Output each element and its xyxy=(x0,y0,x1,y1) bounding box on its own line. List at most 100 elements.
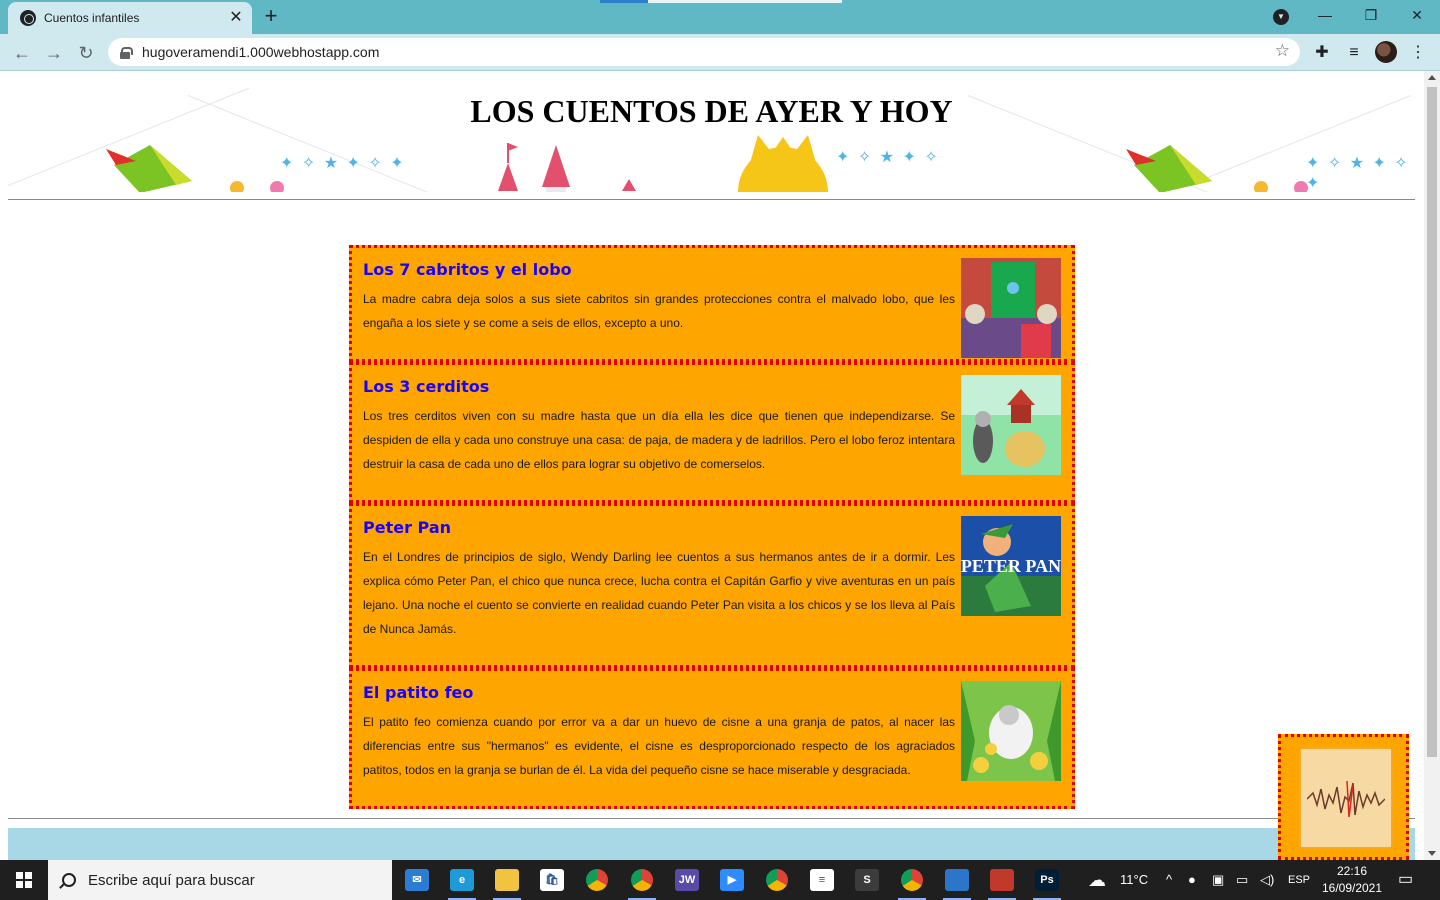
scroll-up-icon[interactable] xyxy=(1428,75,1436,80)
globe-icon xyxy=(20,10,36,26)
search-icon xyxy=(62,873,76,887)
extensions-puzzle-icon[interactable]: ✚ xyxy=(1308,39,1336,67)
story-title: Los 7 cabritos y el lobo xyxy=(363,260,572,279)
minimize-button[interactable]: — xyxy=(1302,0,1348,30)
weather-cloud-icon[interactable]: ☁ xyxy=(1088,860,1106,900)
browser-toolbar: ← → ↻ hugoveramendi1.000webhostapp.com ☆… xyxy=(0,34,1440,71)
story-text: La madre cabra deja solos a sus siete ca… xyxy=(363,292,955,330)
decor-dot xyxy=(1254,181,1268,192)
taskbar-clock[interactable]: 22:16 16/09/2021 xyxy=(1318,863,1386,897)
profile-avatar[interactable] xyxy=(1375,41,1397,63)
media-control-icon[interactable]: ≡ xyxy=(1340,39,1368,67)
taskbar-app-chrome-profile[interactable] xyxy=(622,864,662,900)
photoshop-icon: Ps xyxy=(1035,869,1059,891)
story-image-cabritos xyxy=(961,258,1061,358)
taskbar-app-tool[interactable] xyxy=(982,864,1022,900)
green-hat-icon xyxy=(106,145,192,192)
divider xyxy=(8,199,1415,200)
story-list: Los 7 cabritos y el lobo La madre cabra … xyxy=(349,245,1075,809)
decor-dot xyxy=(230,181,244,192)
tray-app-icon[interactable]: ● xyxy=(1188,860,1196,900)
taskbar-app-mail[interactable]: ✉ xyxy=(397,864,437,896)
new-tab-button[interactable]: + xyxy=(258,4,284,30)
divider xyxy=(8,818,1415,819)
stars-icon: ✦ ✧ ★ ✦ ✧ xyxy=(836,149,940,166)
tray-chevron-up-icon[interactable]: ^ xyxy=(1166,860,1172,900)
bookmark-star-icon[interactable]: ☆ xyxy=(1275,41,1290,61)
tray-clipboard-icon[interactable]: ▣ xyxy=(1212,860,1224,900)
clock-time: 22:16 xyxy=(1336,864,1368,878)
story-image-caption: PETER PAN xyxy=(961,556,1061,576)
waveform-logo-icon xyxy=(1307,780,1385,818)
tab-title: Cuentos infantiles xyxy=(44,11,140,25)
tab-strip-indicator-light xyxy=(648,0,842,3)
url-text[interactable]: hugoveramendi1.000webhostapp.com xyxy=(142,44,379,60)
story-text: En el Londres de principios de siglo, We… xyxy=(363,550,955,636)
clock-date: 16/09/2021 xyxy=(1321,881,1383,895)
docs-icon: ≡ xyxy=(810,869,834,891)
taskbar-app-chrome[interactable] xyxy=(577,864,617,896)
mail-icon: ✉ xyxy=(405,869,429,891)
reload-icon[interactable]: ↻ xyxy=(72,39,100,67)
decor-dot xyxy=(270,181,284,192)
castle-icon xyxy=(498,143,570,192)
chrome-2-icon xyxy=(766,869,788,891)
scrollbar-thumb[interactable] xyxy=(1427,87,1437,757)
back-arrow-icon[interactable]: ← xyxy=(8,39,36,67)
green-hat-icon xyxy=(1126,145,1212,192)
close-tab-icon[interactable]: ✕ xyxy=(224,6,248,30)
hosting-badge[interactable] xyxy=(1278,734,1409,860)
network-icon[interactable]: ▭ xyxy=(1236,860,1248,900)
taskbar-app-chrome-active[interactable] xyxy=(892,864,932,900)
tool-icon xyxy=(990,869,1014,891)
jw-icon: JW xyxy=(675,869,699,891)
taskbar-app-edge[interactable]: e xyxy=(442,864,482,900)
taskbar-app-photoshop[interactable]: Ps xyxy=(1027,864,1067,900)
story-card: Los 7 cabritos y el lobo La madre cabra … xyxy=(349,245,1075,362)
story-title: Peter Pan xyxy=(363,518,452,537)
taskbar-app-jw[interactable]: JW xyxy=(667,864,707,896)
browser-tabbar: Cuentos infantiles ✕ + ▼ — ❐ ✕ xyxy=(0,0,1440,34)
stars-icon: ✦ ✧ ★ ✦ ✧ ✦ xyxy=(1306,155,1410,192)
forward-arrow-icon[interactable]: → xyxy=(40,39,68,67)
page-viewport: ✦ ✧ ★ ✦ ✧ ✦ ✦ ✧ ★ ✦ ✧ ✦ ✧ ★ ✦ ✧ ✦ LOS CU… xyxy=(0,71,1424,860)
tab-search-icon[interactable]: ▼ xyxy=(1273,9,1289,25)
address-bar[interactable]: hugoveramendi1.000webhostapp.com ☆ xyxy=(108,38,1300,66)
taskbar-app-zoom[interactable]: ▶ xyxy=(712,864,752,896)
lock-icon[interactable] xyxy=(120,46,133,59)
chrome-icon xyxy=(586,869,608,891)
edge-icon: e xyxy=(450,869,474,891)
header-banner: ✦ ✧ ★ ✦ ✧ ✦ ✦ ✧ ★ ✦ ✧ ✦ ✧ ★ ✦ ✧ ✦ LOS CU… xyxy=(8,85,1415,192)
menu-kebab-icon[interactable]: ⋮ xyxy=(1404,39,1432,67)
language-indicator[interactable]: ESP xyxy=(1288,860,1310,900)
restore-button[interactable]: ❐ xyxy=(1348,0,1394,30)
weather-temperature[interactable]: 11°C xyxy=(1120,860,1148,900)
windows-taskbar: Escribe aquí para buscar ✉ e 🛍 JW ▶ ≡ S Ps ☁ 11… xyxy=(0,860,1440,900)
store-icon: 🛍 xyxy=(540,869,564,891)
volume-icon[interactable]: ◁) xyxy=(1260,860,1274,900)
photos-icon xyxy=(945,869,969,891)
taskbar-app-file-explorer[interactable] xyxy=(487,864,527,900)
chrome-profile-icon xyxy=(631,869,653,891)
windows-logo-icon xyxy=(16,872,32,888)
notification-icon[interactable]: ▭ xyxy=(1398,860,1413,900)
tab-strip-indicator xyxy=(600,0,648,3)
page-scrollbar[interactable] xyxy=(1424,71,1440,860)
start-button[interactable] xyxy=(0,860,48,900)
taskbar-app-sublime[interactable]: S xyxy=(847,864,887,896)
taskbar-app-store[interactable]: 🛍 xyxy=(532,864,572,896)
story-title: El patito feo xyxy=(363,683,474,702)
file-explorer-icon xyxy=(495,869,519,891)
browser-tab[interactable]: Cuentos infantiles ✕ xyxy=(8,2,252,34)
close-window-button[interactable]: ✕ xyxy=(1394,0,1440,30)
story-text: Los tres cerditos viven con su madre has… xyxy=(363,409,955,471)
hosting-badge-image xyxy=(1301,749,1391,847)
taskbar-search[interactable]: Escribe aquí para buscar xyxy=(48,860,392,900)
crown-icon xyxy=(750,135,816,163)
taskbar-app-docs[interactable]: ≡ xyxy=(802,864,842,896)
taskbar-app-photos[interactable] xyxy=(937,864,977,900)
story-card: El patito feo El patito feo comienza cua… xyxy=(349,668,1075,809)
taskbar-app-chrome-2[interactable] xyxy=(757,864,797,896)
scroll-down-icon[interactable] xyxy=(1428,851,1436,856)
page-footer xyxy=(8,828,1415,860)
